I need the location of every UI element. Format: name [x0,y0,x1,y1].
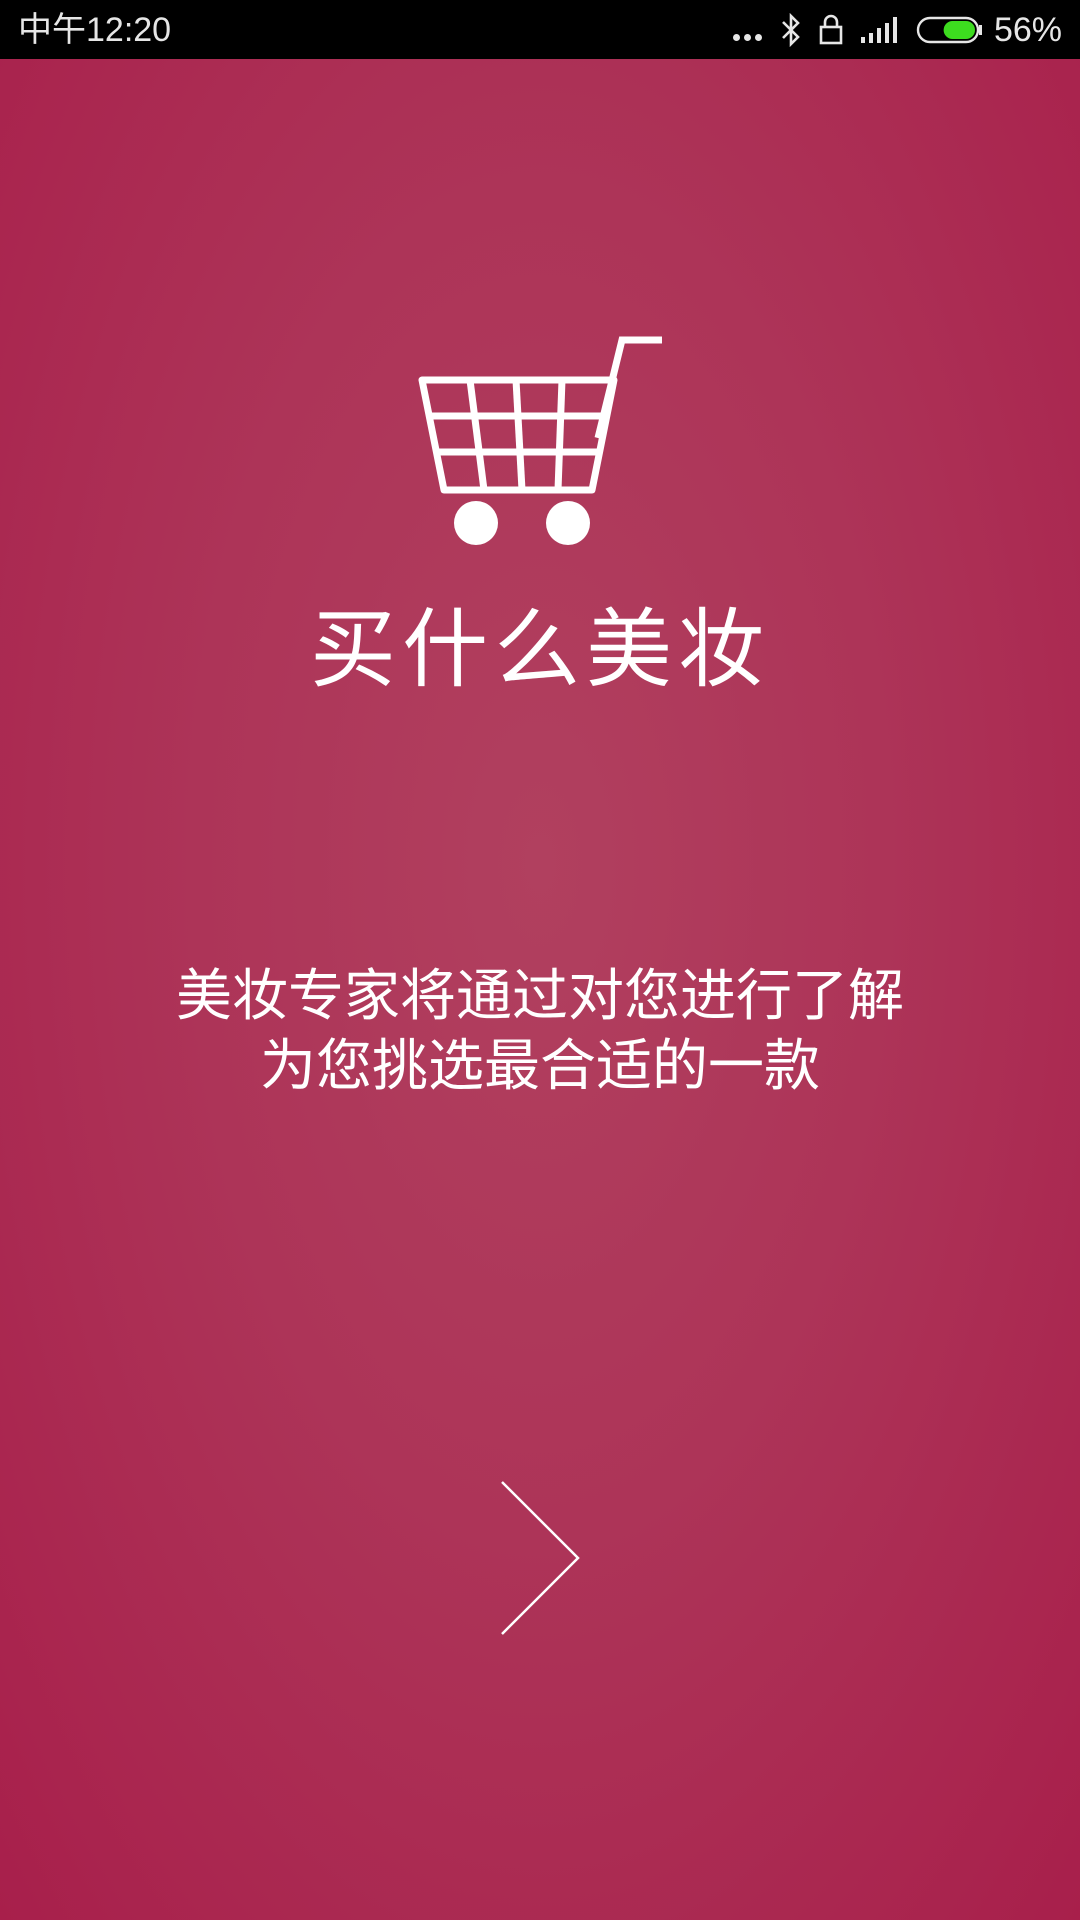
chevron-right-icon [501,1481,580,1635]
more-dots-icon [731,20,764,41]
description-line-1: 美妆专家将通过对您进行了解 [176,964,904,1029]
status-icons: 56% [715,8,1062,52]
battery-percent: 56% [993,10,1062,49]
description-line-2: 为您挑选最合适的一款 [260,1034,820,1099]
bluetooth-icon [782,13,800,47]
status-bar: 中午12:20 56% [0,0,1080,59]
onboarding-screen: 中午12:20 56% 买什么美妆 美妆专家将通过对您进行了解 为您挑选最合适的… [0,0,1080,1920]
next-arrow-button[interactable] [496,1478,586,1638]
shopping-cart-icon [418,336,662,545]
lock-rotation-icon [819,14,843,45]
page-title: 买什么美妆 [310,600,770,700]
description: 美妆专家将通过对您进行了解 为您挑选最合适的一款 [0,962,1080,1102]
signal-icon [860,17,897,43]
battery-icon [916,16,982,44]
status-time: 中午12:20 [18,11,172,49]
